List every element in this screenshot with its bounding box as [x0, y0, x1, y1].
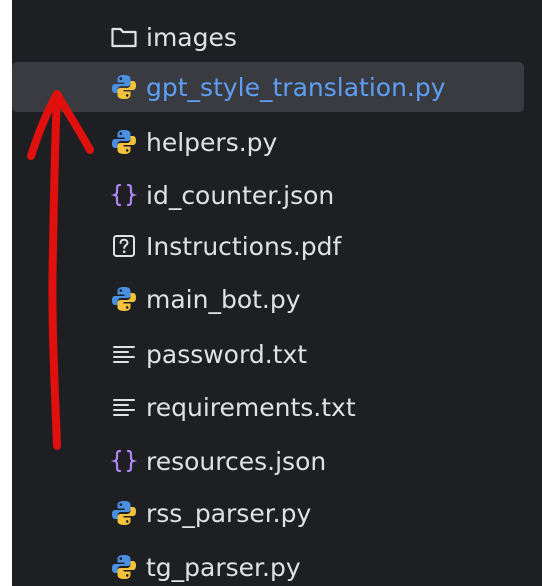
tree-item-images[interactable]: images	[12, 12, 524, 62]
tree-item-tg-parser[interactable]: tg_parser.py	[12, 542, 524, 586]
python-file-icon	[110, 553, 138, 581]
tree-item-label: requirements.txt	[146, 392, 356, 422]
tree-item-label: Instructions.pdf	[146, 231, 342, 261]
python-file-icon	[110, 73, 138, 101]
tree-item-label: images	[146, 22, 237, 52]
tree-item-id-counter[interactable]: id_counter.json	[12, 170, 524, 220]
tree-item-password[interactable]: password.txt	[12, 329, 524, 379]
tree-item-gpt-style-translation[interactable]: gpt_style_translation.py	[12, 62, 524, 112]
python-file-icon	[110, 499, 138, 527]
tree-item-label: rss_parser.py	[146, 498, 312, 528]
python-file-icon	[110, 285, 138, 313]
tree-item-label: tg_parser.py	[146, 552, 301, 582]
python-file-icon	[110, 128, 138, 156]
json-file-icon	[110, 181, 138, 209]
tree-item-label: main_bot.py	[146, 284, 301, 314]
tree-item-instructions[interactable]: Instructions.pdf	[12, 221, 524, 271]
tree-item-label: helpers.py	[146, 127, 278, 157]
tree-item-label: id_counter.json	[146, 180, 335, 210]
tree-item-helpers[interactable]: helpers.py	[12, 117, 524, 167]
tree-item-rss-parser[interactable]: rss_parser.py	[12, 488, 524, 538]
unknown-file-icon	[110, 232, 138, 260]
text-file-icon	[110, 340, 138, 368]
project-tree-panel: images gpt_style_translation.py helpers.…	[0, 0, 542, 586]
json-file-icon	[110, 447, 138, 475]
tree-item-label: password.txt	[146, 339, 308, 369]
tree-item-main-bot[interactable]: main_bot.py	[12, 274, 524, 324]
tree-item-label: resources.json	[146, 446, 327, 476]
tree-item-label: gpt_style_translation.py	[146, 72, 446, 102]
tree-item-requirements[interactable]: requirements.txt	[12, 382, 524, 432]
text-file-icon	[110, 393, 138, 421]
folder-icon	[110, 23, 138, 51]
tree-item-resources[interactable]: resources.json	[12, 436, 524, 486]
